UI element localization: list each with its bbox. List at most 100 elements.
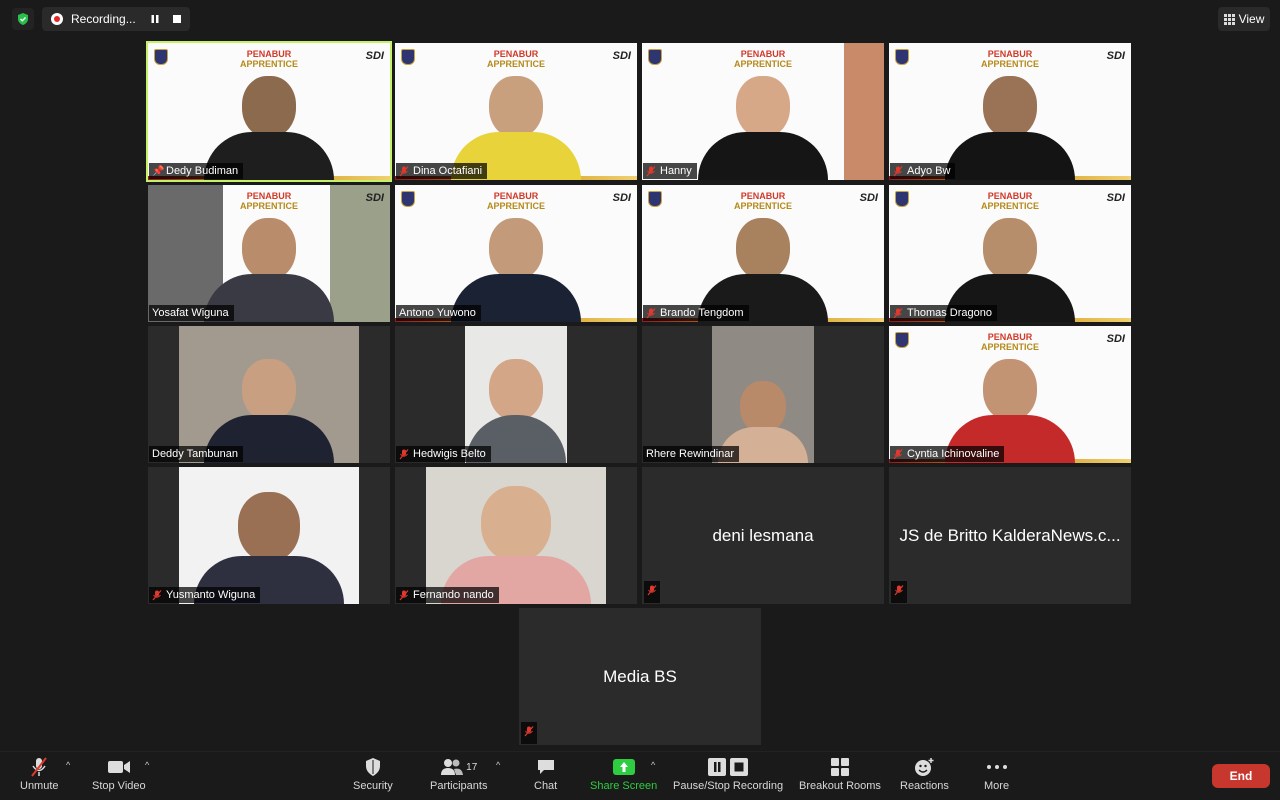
shield-icon <box>364 756 382 778</box>
pause-stop-icon <box>706 756 750 778</box>
more-button[interactable]: More <box>984 756 1009 792</box>
audio-options-chevron-icon[interactable]: ^ <box>66 760 70 770</box>
share-options-chevron-icon[interactable]: ^ <box>651 760 655 770</box>
participant-tile[interactable]: deni lesmana <box>642 467 884 604</box>
participant-tile[interactable]: JS de Britto KalderaNews.c... <box>889 467 1131 604</box>
recording-label: Recording... <box>71 12 136 26</box>
banner-title: PENABUR APPRENTICE <box>239 191 298 211</box>
participant-name-tag: Antono Yuwono <box>396 305 481 321</box>
breakout-rooms-button[interactable]: Breakout Rooms <box>799 756 881 792</box>
video-camera-icon <box>107 756 131 778</box>
video-feed <box>179 326 359 463</box>
participant-tile[interactable]: PENABUR APPRENTICE SDI Antono Yuwono <box>395 185 637 322</box>
participant-name-tag: Brando Tengdom <box>643 305 749 321</box>
participant-tile[interactable]: PENABUR APPRENTICE SDI Adyo Bw <box>889 43 1131 180</box>
participant-name: Brando Tengdom <box>660 307 744 319</box>
video-feed: PENABUR APPRENTICE SDI <box>395 43 637 180</box>
participant-name: Thomas Dragono <box>907 307 992 319</box>
sdi-logo: SDI <box>1106 333 1125 345</box>
participant-name-tag: Yosafat Wiguna <box>149 305 234 321</box>
pause-icon <box>151 15 159 23</box>
participant-name: Dedy Budiman <box>166 165 239 177</box>
breakout-rooms-icon <box>830 756 850 778</box>
unmute-label: Unmute <box>20 780 59 792</box>
participant-tile[interactable]: Deddy Tambunan <box>148 326 390 463</box>
share-screen-button[interactable]: Share Screen <box>590 756 657 792</box>
participant-name-tag: Hanny <box>643 163 697 179</box>
participant-tile[interactable]: PENABUR APPRENTICE SDI Yosafat Wiguna <box>148 185 390 322</box>
participant-name-tag: Rhere Rewindinar <box>643 446 740 462</box>
video-options-chevron-icon[interactable]: ^ <box>145 760 149 770</box>
video-feed: PENABUR APPRENTICE SDI <box>889 185 1131 322</box>
participants-options-chevron-icon[interactable]: ^ <box>496 760 500 770</box>
participant-tile[interactable]: Yusmanto Wiguna <box>148 467 390 604</box>
reactions-button[interactable]: Reactions <box>900 756 949 792</box>
muted-mic-icon <box>399 589 409 601</box>
banner-title: PENABUR APPRENTICE <box>239 49 298 69</box>
muted-mic-icon <box>399 165 409 177</box>
security-shield-icon[interactable] <box>12 8 34 30</box>
grid-icon <box>1223 13 1235 25</box>
video-feed: PENABUR APPRENTICE SDI <box>889 326 1131 463</box>
participant-tile[interactable]: PENABUR APPRENTICE SDI Thomas Dragono <box>889 185 1131 322</box>
sdi-logo: SDI <box>1106 192 1125 204</box>
participant-name-tag: Deddy Tambunan <box>149 446 244 462</box>
school-logo-icon <box>895 49 909 65</box>
muted-mic-icon <box>521 722 537 744</box>
participant-name: Dina Octafiani <box>413 165 483 177</box>
muted-mic-icon <box>893 307 903 319</box>
participant-tile[interactable]: PENABUR APPRENTICE SDI 📌 Dedy Budiman <box>146 41 392 182</box>
participant-tile[interactable]: Rhere Rewindinar <box>642 326 884 463</box>
sdi-logo: SDI <box>365 50 384 62</box>
participant-tile[interactable]: Media BS <box>519 608 761 745</box>
reactions-label: Reactions <box>900 780 949 792</box>
participant-tile[interactable]: Hedwigis Belto <box>395 326 637 463</box>
stop-video-button[interactable]: Stop Video <box>92 756 146 792</box>
participant-name-tag: 📌 Dedy Budiman <box>149 163 244 179</box>
pause-recording-button[interactable] <box>147 11 163 27</box>
video-feed: PENABUR APPRENTICE SDI <box>148 43 390 180</box>
unmute-button[interactable]: Unmute <box>20 756 59 792</box>
participant-name: Media BS <box>603 666 677 686</box>
muted-mic-icon <box>646 307 656 319</box>
banner-title: PENABUR APPRENTICE <box>980 191 1039 211</box>
share-screen-icon <box>612 756 636 778</box>
muted-mic-icon <box>891 581 907 603</box>
school-logo-icon <box>154 49 168 65</box>
school-logo-icon <box>895 332 909 348</box>
muted-mic-icon <box>893 448 903 460</box>
participant-tile[interactable]: PENABUR APPRENTICE Hanny <box>642 43 884 180</box>
muted-mic-icon <box>152 589 162 601</box>
chat-button[interactable]: Chat <box>534 756 557 792</box>
school-logo-icon <box>895 191 909 207</box>
view-button[interactable]: View <box>1218 7 1270 31</box>
video-feed <box>465 326 567 463</box>
banner-title: PENABUR APPRENTICE <box>486 49 545 69</box>
participants-label: Participants <box>430 780 488 792</box>
end-meeting-button[interactable]: End <box>1212 764 1270 788</box>
participants-icon: 17 <box>440 756 477 778</box>
participants-button[interactable]: 17 Participants <box>430 756 487 792</box>
participant-tile[interactable]: Fernando nando <box>395 467 637 604</box>
video-feed: PENABUR APPRENTICE <box>642 43 884 180</box>
banner-title: PENABUR APPRENTICE <box>733 191 792 211</box>
stop-video-label: Stop Video <box>92 780 146 792</box>
participant-tile[interactable]: PENABUR APPRENTICE SDI Cyntia Ichinovalin… <box>889 326 1131 463</box>
pause-stop-recording-button[interactable]: Pause/Stop Recording <box>673 756 783 792</box>
meeting-toolbar: Unmute ^ Stop Video ^ Security 17 Partic… <box>0 751 1280 800</box>
muted-mic-icon <box>646 165 656 177</box>
security-label: Security <box>353 780 393 792</box>
participant-tile[interactable]: PENABUR APPRENTICE SDI Brando Tengdom <box>642 185 884 322</box>
sdi-logo: SDI <box>859 192 878 204</box>
banner-title: PENABUR APPRENTICE <box>980 332 1039 352</box>
more-label: More <box>984 780 1010 792</box>
participant-name-tag: Adyo Bw <box>890 163 956 179</box>
stop-recording-button[interactable] <box>169 11 185 27</box>
participant-tile[interactable]: PENABUR APPRENTICE SDI Dina Octafiani <box>395 43 637 180</box>
view-label: View <box>1238 12 1265 26</box>
banner-title: PENABUR APPRENTICE <box>486 191 545 211</box>
video-feed: PENABUR APPRENTICE SDI <box>395 185 637 322</box>
participant-name-tag: Hedwigis Belto <box>396 446 491 462</box>
participant-name: Yusmanto Wiguna <box>166 589 256 601</box>
security-button[interactable]: Security <box>353 756 393 792</box>
